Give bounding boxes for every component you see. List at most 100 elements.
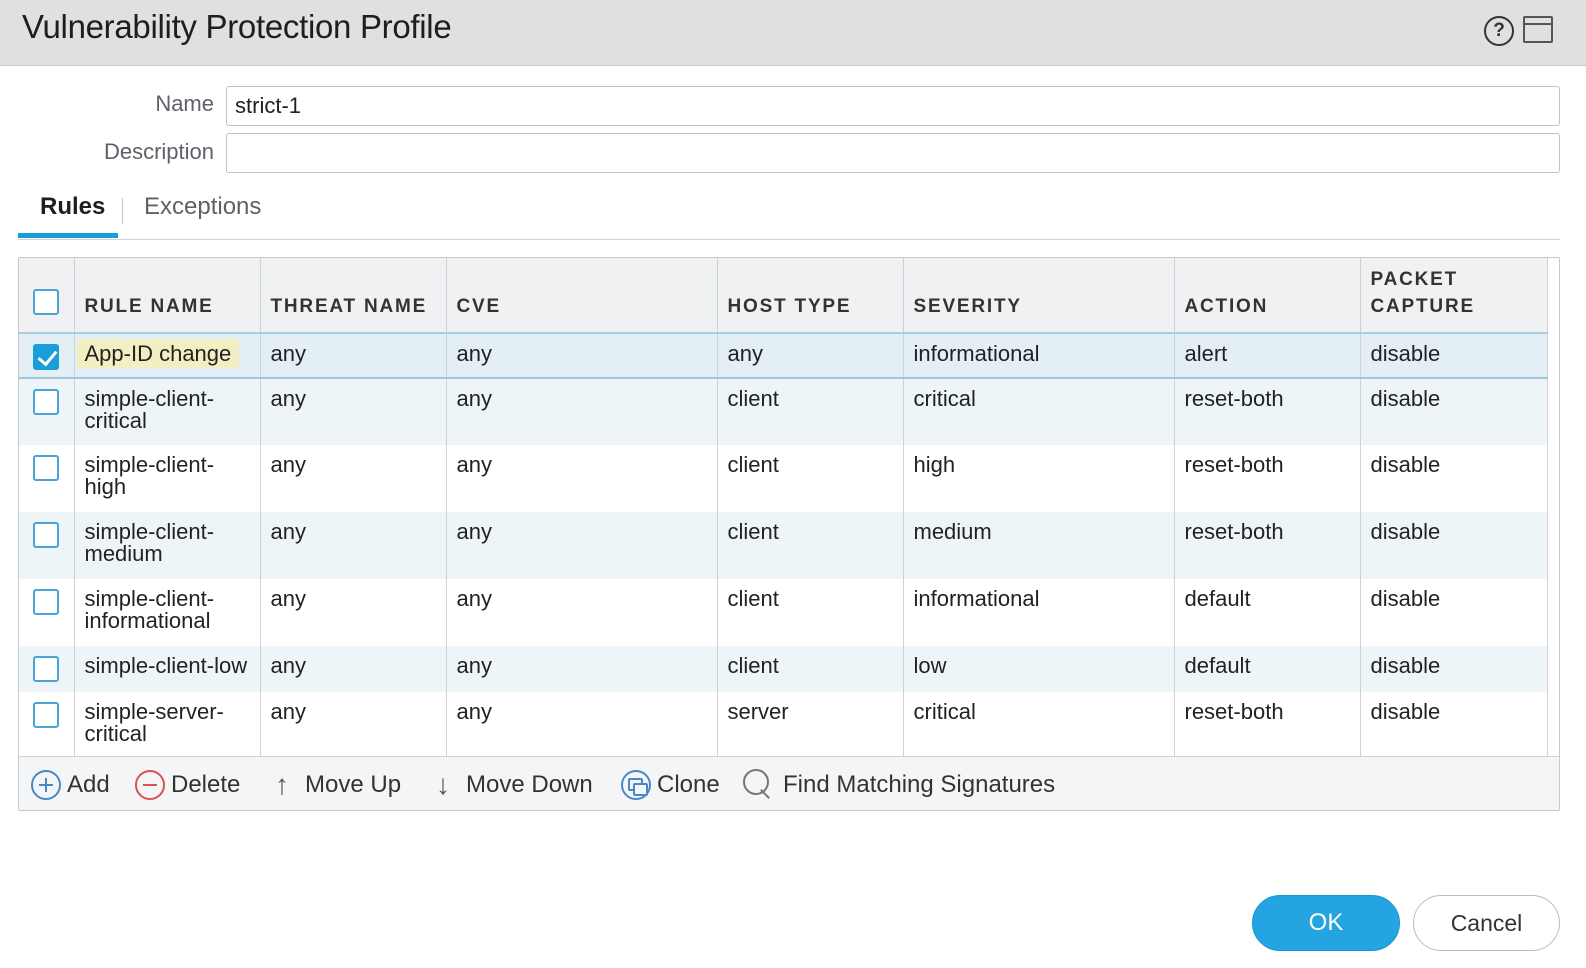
threat-name-cell: any (260, 378, 447, 445)
action-cell: reset-both (1174, 445, 1361, 512)
row-checkbox[interactable] (33, 589, 60, 615)
threat-name-cell: any (260, 512, 447, 579)
tab-rules[interactable]: Rules (40, 193, 105, 221)
name-field[interactable] (226, 86, 1560, 126)
row-checkbox-cell (19, 646, 75, 692)
column-header-action[interactable]: ACTION (1174, 258, 1361, 334)
cve-cell: any (446, 579, 718, 646)
host-type-cell: client (717, 445, 904, 512)
packet-capture-cell: disable (1360, 646, 1548, 692)
packet-capture-cell: disable (1360, 512, 1548, 579)
row-checkbox[interactable] (33, 389, 60, 415)
table-row[interactable]: simple-client-medium any any client medi… (19, 512, 1548, 579)
column-header-cve[interactable]: CVE (446, 258, 718, 334)
action-cell: reset-both (1174, 692, 1361, 758)
action-cell: default (1174, 646, 1361, 692)
move-up-button[interactable]: ↑ Move Up (271, 767, 401, 803)
action-cell: reset-both (1174, 512, 1361, 579)
packet-capture-cell: disable (1360, 378, 1548, 445)
cve-cell: any (446, 333, 718, 379)
description-field[interactable] (226, 133, 1560, 173)
active-tab-indicator (18, 233, 118, 238)
ok-button[interactable]: OK (1252, 895, 1400, 951)
host-type-cell: client (717, 646, 904, 692)
severity-cell: high (903, 445, 1175, 512)
tab-bar: Rules Exceptions (18, 188, 1560, 240)
host-type-cell: client (717, 579, 904, 646)
severity-cell: medium (903, 512, 1175, 579)
row-checkbox-cell (19, 445, 75, 512)
find-matching-signatures-button[interactable]: Find Matching Signatures (743, 767, 1055, 803)
severity-cell: informational (903, 579, 1175, 646)
column-header-packet-capture[interactable]: PACKET CAPTURE (1360, 258, 1548, 334)
severity-cell: critical (903, 378, 1175, 445)
row-checkbox[interactable] (33, 455, 60, 481)
help-icon[interactable]: ? (1484, 16, 1514, 46)
rule-name-cell[interactable]: simple-client-high (74, 445, 261, 512)
cve-cell: any (446, 445, 718, 512)
host-type-cell: client (717, 512, 904, 579)
rule-name-cell[interactable]: simple-server-critical (74, 692, 261, 758)
column-header-severity[interactable]: SEVERITY (903, 258, 1175, 334)
cve-cell: any (446, 692, 718, 758)
column-header-host-type[interactable]: HOST TYPE (717, 258, 904, 334)
host-type-cell: any (717, 333, 904, 379)
clone-label: Clone (657, 771, 720, 798)
dialog-title: Vulnerability Protection Profile (22, 8, 452, 45)
rule-name-cell[interactable]: App-ID change (74, 333, 261, 379)
cve-cell: any (446, 378, 718, 445)
table-row[interactable]: simple-client-critical any any client cr… (19, 378, 1548, 445)
tab-exceptions[interactable]: Exceptions (144, 193, 261, 221)
row-checkbox-cell (19, 333, 75, 379)
table-row[interactable]: simple-client-high any any client high r… (19, 445, 1548, 512)
severity-cell: low (903, 646, 1175, 692)
rule-name-cell[interactable]: simple-client-medium (74, 512, 261, 579)
tab-divider (122, 198, 123, 224)
table-row[interactable]: App-ID change any any any informational … (19, 333, 1548, 379)
rule-name-cell[interactable]: simple-client-informational (74, 579, 261, 646)
add-icon (31, 770, 61, 800)
row-checkbox[interactable] (33, 344, 60, 370)
delete-label: Delete (171, 771, 241, 798)
move-down-label: Move Down (466, 771, 593, 798)
header-checkbox-cell (19, 258, 75, 334)
delete-button[interactable]: Delete (135, 767, 240, 803)
row-checkbox[interactable] (33, 702, 60, 728)
table-row[interactable]: simple-client-low any any client low def… (19, 646, 1548, 692)
cancel-button[interactable]: Cancel (1413, 895, 1560, 951)
grid-toolbar: Add Delete ↑ Move Up ↓ Move Down Clone F… (19, 756, 1559, 810)
threat-name-cell: any (260, 692, 447, 758)
threat-name-cell: any (260, 646, 447, 692)
packet-capture-cell: disable (1360, 445, 1548, 512)
clone-button[interactable]: Clone (621, 767, 720, 803)
column-header-threat-name[interactable]: THREAT NAME (260, 258, 447, 334)
packet-capture-cell: disable (1360, 692, 1548, 758)
severity-cell: informational (903, 333, 1175, 379)
packet-capture-cell: disable (1360, 579, 1548, 646)
row-checkbox-cell (19, 378, 75, 445)
row-checkbox-cell (19, 692, 75, 758)
arrow-up-icon: ↑ (275, 769, 289, 800)
find-matching-signatures-label: Find Matching Signatures (783, 771, 1056, 798)
add-button[interactable]: Add (31, 767, 110, 803)
rule-name-cell[interactable]: simple-client-low (74, 646, 261, 692)
row-checkbox[interactable] (33, 656, 60, 682)
rule-name-cell[interactable]: simple-client-critical (74, 378, 261, 445)
row-checkbox-cell (19, 512, 75, 579)
table-header-row: RULE NAME THREAT NAME CVE HOST TYPE SEVE… (19, 258, 1548, 334)
severity-cell: critical (903, 692, 1175, 758)
row-checkbox[interactable] (33, 522, 60, 548)
description-label: Description (103, 139, 214, 164)
action-cell: reset-both (1174, 378, 1361, 445)
cve-cell: any (446, 512, 718, 579)
move-down-button[interactable]: ↓ Move Down (432, 767, 593, 803)
maximize-icon[interactable] (1523, 16, 1553, 43)
table-row[interactable]: simple-server-critical any any server cr… (19, 692, 1548, 758)
threat-name-cell: any (260, 445, 447, 512)
table-row[interactable]: simple-client-informational any any clie… (19, 579, 1548, 646)
column-header-rule-name[interactable]: RULE NAME (74, 258, 261, 334)
action-cell: default (1174, 579, 1361, 646)
select-all-checkbox[interactable] (33, 289, 60, 315)
dialog-titlebar: Vulnerability Protection Profile ? (0, 0, 1586, 66)
add-label: Add (67, 771, 110, 798)
